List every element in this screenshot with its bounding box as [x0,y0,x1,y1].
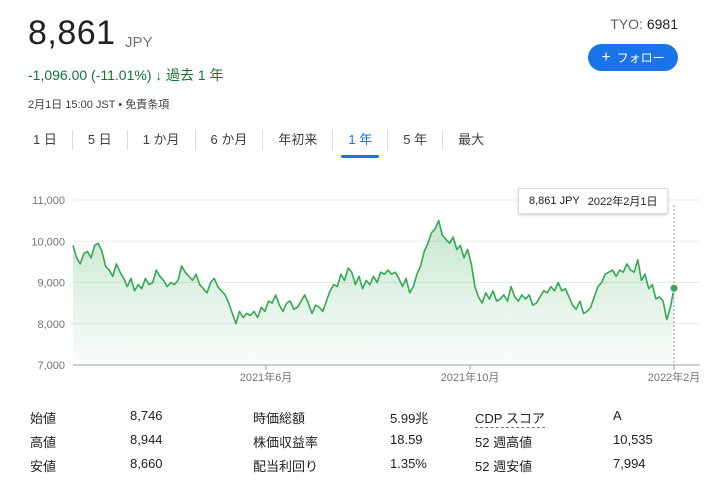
y-tick-label: 11,000 [32,195,65,207]
plus-icon: + [601,48,611,66]
price-change: -1,096.00 (-11.01%) ↓ 過去 1 年 [28,65,224,85]
x-tick-label: 2022年2月 [648,370,701,384]
stat-value-cdp: A [613,408,622,423]
stat-value-open: 8,746 [130,408,163,423]
stat-value-52w-low: 7,994 [613,456,646,471]
data-point-last [669,283,679,293]
stat-label-cdp[interactable]: CDP スコア [475,408,545,428]
stat-label-52w-low: 52 週安値 [475,459,533,474]
stat-label-pe: 株価収益率 [253,435,319,450]
range-tabs: 1 日 5 日 1 か月 6 か月 年初来 1 年 5 年 最大 [18,130,499,158]
y-tick-label: 8,000 [37,319,65,331]
stat-value-high: 8,944 [130,432,163,447]
currency-label: JPY [125,34,153,51]
y-tick-label: 10,000 [31,236,65,248]
price-chart[interactable]: 11,000 10,000 9,000 8,000 7,000 2021年6月 2021年1… [0,185,709,390]
tab-range-5y[interactable]: 5 年 [388,130,444,150]
stat-label-dividend: 配当利回り [253,459,319,474]
ticker-code: 6981 [646,16,678,32]
tab-range-ytd[interactable]: 年初来 [263,130,334,150]
stock-price: 8,861 [28,14,116,52]
chart-tooltip: 8,861 JPY 2022年2月1日 [518,188,669,214]
stat-value-dividend: 1.35% [390,456,427,471]
down-arrow-icon: ↓ [155,67,162,83]
tooltip-date: 2022年2月1日 [587,196,658,208]
tab-range-max[interactable]: 最大 [443,130,499,150]
follow-button[interactable]: + フォロー [588,44,678,71]
y-tick-label: 7,000 [37,360,65,372]
stat-value-low: 8,660 [130,456,163,471]
y-tick-label: 9,000 [37,278,65,290]
ticker-exchange: TYO: [610,16,643,32]
follow-label: フォロー [616,51,665,65]
tab-range-5d[interactable]: 5 日 [73,130,128,150]
change-period: 過去 1 年 [165,67,224,83]
series-area [73,220,674,365]
x-tick-label: 2021年10月 [441,370,500,384]
stat-label-market-cap: 時価総額 [253,411,306,426]
change-value: -1,096.00 (-11.01%) [28,67,152,83]
stat-label-52w-high: 52 週高値 [475,435,533,450]
stat-value-52w-high: 10,535 [613,432,653,447]
tab-range-1d[interactable]: 1 日 [18,130,73,150]
stat-label-low: 安値 [30,459,57,474]
quote-timestamp: 2月1日 15:00 JST • 免責条項 [28,99,170,111]
stat-value-pe: 18.59 [390,432,423,447]
stat-label-high: 高値 [30,435,57,450]
stat-label-open: 始値 [30,411,57,426]
tab-range-1m[interactable]: 1 か月 [128,130,196,150]
stat-value-market-cap: 5.99兆 [390,411,429,426]
ticker-symbol: TYO: 6981 [610,16,678,32]
tooltip-value: 8,861 JPY [529,195,580,207]
x-tick-label: 2021年6月 [240,370,293,384]
tab-range-6m[interactable]: 6 か月 [196,130,264,150]
tab-range-1y[interactable]: 1 年 [333,130,389,158]
